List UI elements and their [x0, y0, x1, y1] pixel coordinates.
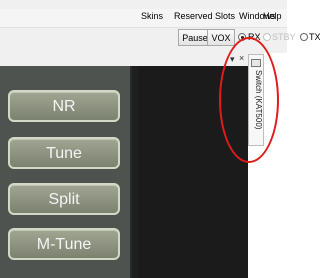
menu-skins[interactable]: Skins	[141, 11, 163, 21]
split-button[interactable]: Split	[8, 183, 120, 215]
radio-stby[interactable]	[263, 33, 271, 41]
radio-stby-label: STBY	[272, 32, 296, 42]
m-tune-button[interactable]: M-Tune	[8, 228, 120, 260]
radio-tx[interactable]	[300, 33, 308, 41]
menu-help[interactable]: Help	[263, 11, 282, 21]
vox-button[interactable]: VOX	[207, 29, 235, 46]
menu-reserved-slots[interactable]: Reserved Slots	[174, 11, 235, 21]
nr-button[interactable]: NR	[8, 90, 120, 122]
radio-tx-label: TX	[309, 32, 320, 42]
annotation-circle	[219, 37, 279, 163]
tune-button[interactable]: Tune	[8, 137, 120, 169]
